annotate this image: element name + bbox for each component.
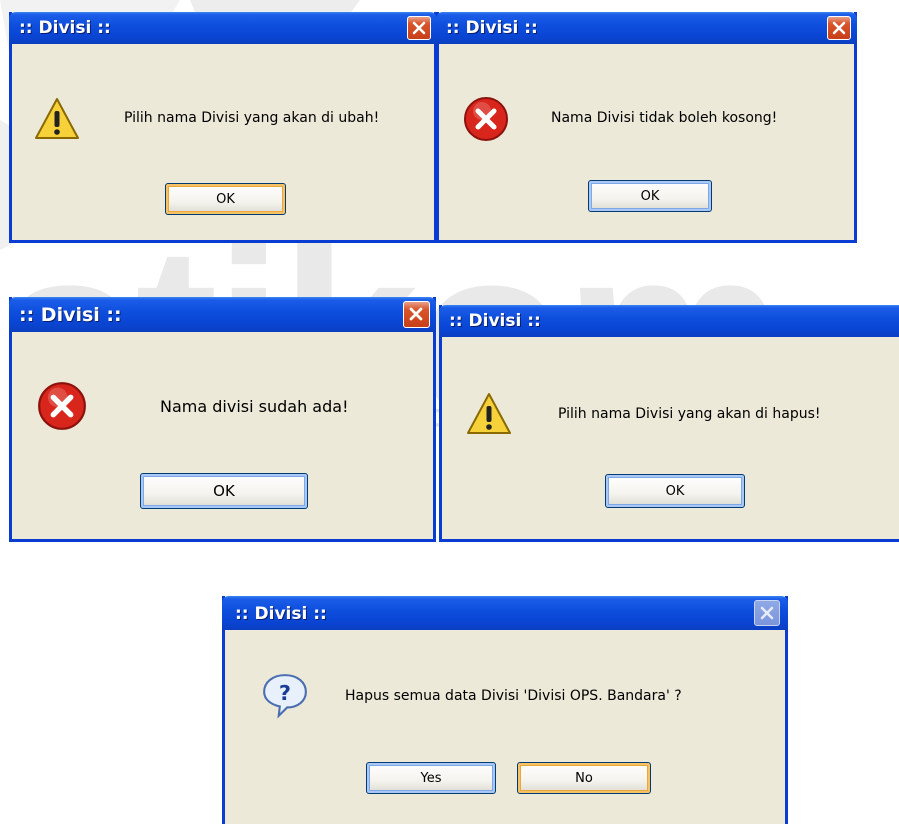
ok-button[interactable]: OK xyxy=(588,180,712,212)
dialog-title: :: Divisi :: xyxy=(19,304,122,326)
close-icon xyxy=(832,21,846,35)
title-bar[interactable]: :: Divisi :: xyxy=(222,596,788,630)
svg-text:?: ? xyxy=(279,681,291,705)
error-icon xyxy=(464,97,508,141)
dialog-hapus-warning: :: Divisi :: Pilih nama Divisi yang akan… xyxy=(439,305,899,542)
warning-icon xyxy=(35,98,79,139)
ok-button[interactable]: OK xyxy=(165,183,286,215)
close-button[interactable] xyxy=(407,16,431,40)
close-button[interactable] xyxy=(403,301,430,328)
dialog-sudah-ada-error: :: Divisi :: Nama divisi sudah ada! OK xyxy=(9,297,436,542)
question-icon: ? xyxy=(263,674,307,719)
close-button[interactable] xyxy=(827,16,851,40)
ok-button[interactable]: OK xyxy=(605,474,745,508)
dialog-ubah-warning: :: Divisi :: Pilih nama Divisi yang akan… xyxy=(9,12,437,243)
dialog-message: Nama divisi sudah ada! xyxy=(160,397,349,416)
dialog-title: :: Divisi :: xyxy=(449,311,541,331)
close-icon xyxy=(409,307,423,321)
warning-icon xyxy=(467,393,511,434)
title-bar[interactable]: :: Divisi :: xyxy=(9,12,437,44)
dialog-kosong-error: :: Divisi :: Nama Divisi tidak boleh kos… xyxy=(436,12,857,243)
error-icon xyxy=(38,382,86,430)
close-icon xyxy=(760,606,774,620)
dialog-message: Nama Divisi tidak boleh kosong! xyxy=(551,110,778,126)
close-button[interactable] xyxy=(754,600,780,626)
dialog-title: :: Divisi :: xyxy=(19,18,111,38)
dialog-message: Pilih nama Divisi yang akan di hapus! xyxy=(558,406,821,422)
yes-button[interactable]: Yes xyxy=(366,762,496,794)
dialog-hapus-confirm: :: Divisi :: ? Hapus semua data Divisi '… xyxy=(222,596,788,824)
dialog-message: Pilih nama Divisi yang akan di ubah! xyxy=(124,110,380,126)
close-icon xyxy=(412,21,426,35)
ok-button[interactable]: OK xyxy=(140,473,308,509)
dialog-title: :: Divisi :: xyxy=(446,18,538,38)
dialog-message: Hapus semua data Divisi 'Divisi OPS. Ban… xyxy=(345,688,682,704)
title-bar[interactable]: :: Divisi :: xyxy=(436,12,857,44)
dialog-title: :: Divisi :: xyxy=(235,604,327,624)
title-bar[interactable]: :: Divisi :: xyxy=(9,297,436,332)
title-bar[interactable]: :: Divisi :: xyxy=(439,305,899,337)
no-button[interactable]: No xyxy=(517,762,651,794)
